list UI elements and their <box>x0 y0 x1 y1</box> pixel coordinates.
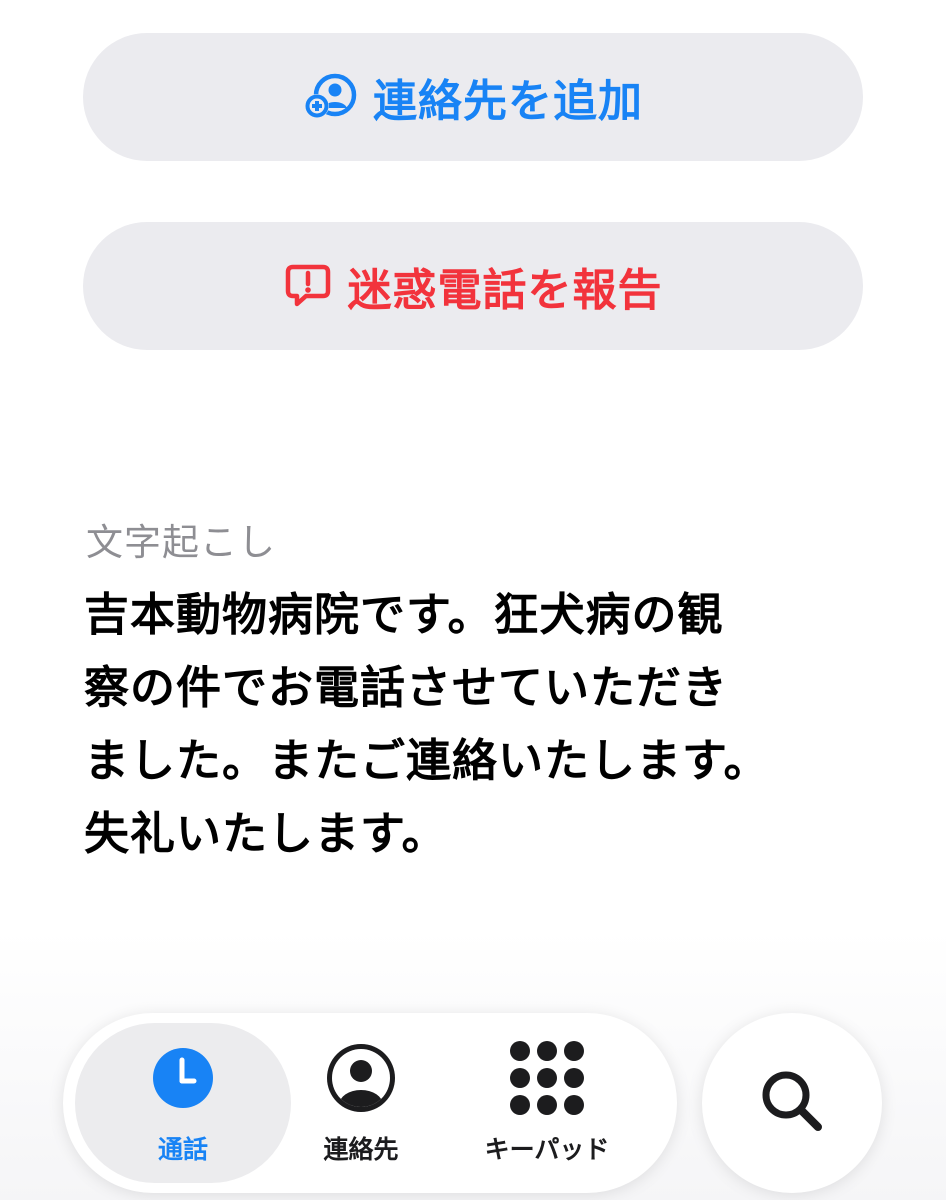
tab-bar: 通話 連絡先 キーパッド <box>63 1013 677 1193</box>
tab-contacts-label: 連絡先 <box>323 1135 399 1164</box>
add-contact-label: 連絡先を追加 <box>373 76 643 127</box>
search-button[interactable] <box>702 1013 882 1193</box>
report-spam-label: 迷惑電話を報告 <box>347 265 663 316</box>
person-circle-icon <box>325 1040 397 1116</box>
search-icon <box>756 1065 828 1141</box>
transcript-heading: 文字起こし <box>86 521 276 564</box>
tab-recents-label: 通話 <box>157 1135 208 1164</box>
tab-keypad-label: キーパッド <box>484 1135 610 1164</box>
report-bubble-icon <box>284 262 332 310</box>
tab-recents[interactable]: 通話 <box>75 1023 291 1183</box>
tab-contacts[interactable]: 連絡先 <box>295 1023 427 1183</box>
person-add-icon <box>303 73 357 121</box>
report-spam-button[interactable]: 迷惑電話を報告 <box>83 222 863 350</box>
add-contact-button[interactable]: 連絡先を追加 <box>83 33 863 161</box>
keypad-icon <box>509 1040 585 1116</box>
clock-icon <box>151 1040 215 1116</box>
tab-keypad[interactable]: キーパッド <box>459 1023 635 1183</box>
transcript-text: 吉本動物病院です。狂犬病の観 察の件でお電話させていただき ました。またご連絡い… <box>84 588 770 860</box>
